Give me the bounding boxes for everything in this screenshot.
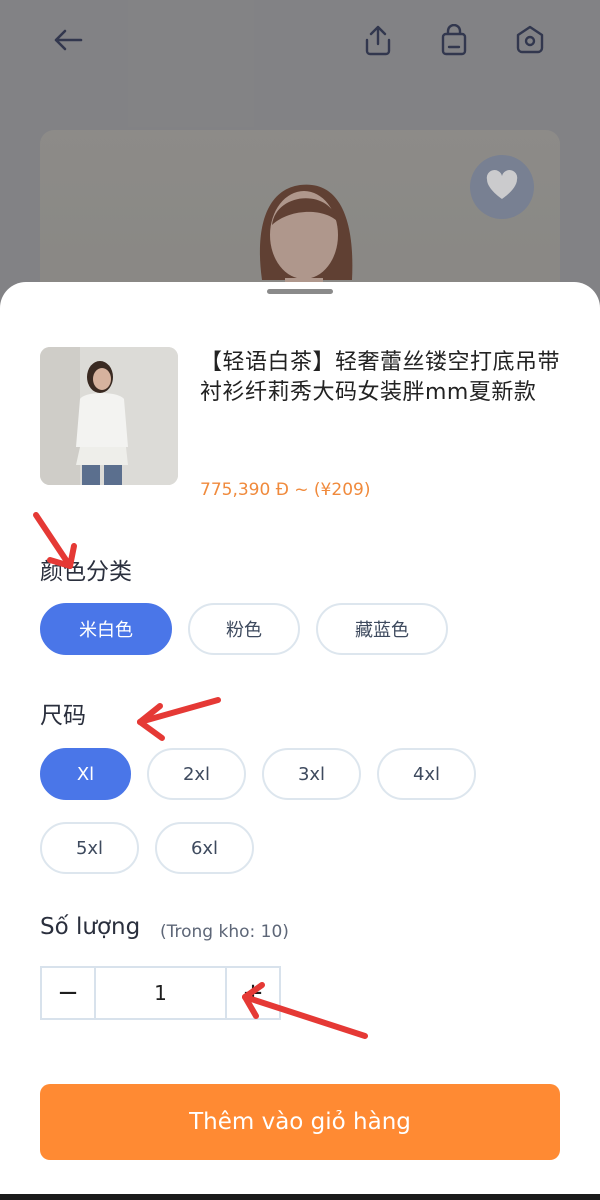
quantity-value[interactable]: 1 [94,968,227,1018]
increment-button[interactable]: + [227,968,279,1018]
size-option-2xl[interactable]: 2xl [147,748,246,800]
color-option-navy[interactable]: 藏蓝色 [316,603,448,655]
top-bar [0,0,600,90]
size-option-3xl[interactable]: 3xl [262,748,361,800]
size-option-4xl[interactable]: 4xl [377,748,476,800]
color-option-pink[interactable]: 粉色 [188,603,300,655]
stock-count: (Trong kho: 10) [160,922,289,942]
share-icon[interactable] [358,20,398,60]
sheet-drag-handle[interactable] [267,289,333,294]
size-option-xl[interactable]: Xl [40,748,131,800]
decrement-button[interactable]: − [42,968,94,1018]
color-section-label: 颜色分类 [40,559,132,585]
product-price: 775,390 Đ ~ (¥209) [200,480,371,500]
add-to-cart-button[interactable]: Thêm vào giỏ hàng [40,1084,560,1160]
size-option-6xl[interactable]: 6xl [155,822,254,874]
product-thumbnail [40,347,178,485]
color-option-milk-white[interactable]: 米白色 [40,603,172,655]
product-title: 【轻语白茶】轻奢蕾丝镂空打底吊带衬衫纤莉秀大码女装胖mm夏新款 [200,350,561,405]
home-icon[interactable] [510,20,550,60]
quantity-stepper: − 1 + [40,966,281,1020]
quantity-label: Số lượng [40,914,141,940]
favorite-button[interactable] [470,155,534,219]
size-option-5xl[interactable]: 5xl [40,822,139,874]
system-home-bar [0,1194,600,1200]
shopping-bag-icon[interactable] [434,20,474,60]
heart-icon [485,170,519,204]
product-options-sheet: 【轻语白茶】轻奢蕾丝镂空打底吊带衬衫纤莉秀大码女装胖mm夏新款 775,390 … [0,282,600,1200]
size-section-label: 尺码 [40,703,86,729]
back-arrow-icon[interactable] [48,20,88,60]
